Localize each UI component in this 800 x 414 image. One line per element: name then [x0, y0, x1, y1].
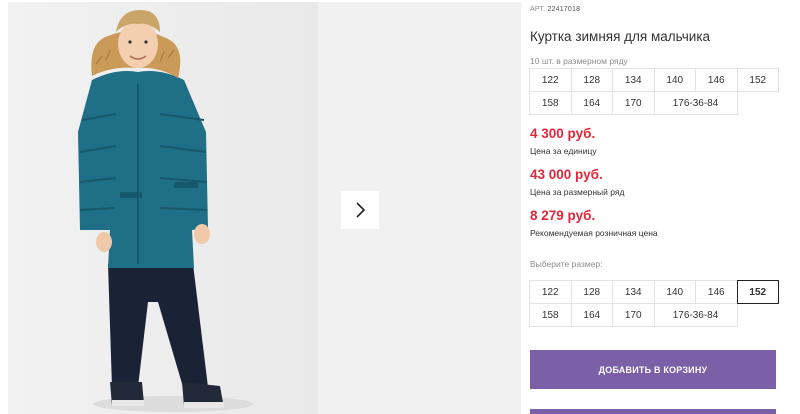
- row-price: 43 000 руб.: [530, 167, 603, 182]
- sku: АРТ. 22417018: [530, 6, 580, 13]
- secondary-button[interactable]: [530, 409, 776, 414]
- size-option[interactable]: 128: [570, 280, 613, 304]
- unit-price-label: Цена за единицу: [530, 146, 597, 156]
- size-option[interactable]: 146: [695, 280, 738, 304]
- gallery-next-button[interactable]: [341, 191, 379, 229]
- size-option[interactable]: 140: [653, 280, 696, 304]
- size-row-cell: 152: [736, 68, 779, 92]
- size-row-cell: 140: [653, 68, 696, 92]
- size-option[interactable]: 158: [529, 303, 572, 327]
- retail-price: 8 279 руб.: [530, 208, 596, 223]
- product-title: Куртка зимняя для мальчика: [530, 29, 711, 44]
- size-row-cell: 170: [612, 91, 655, 115]
- size-picker: 122 128 134 140 146 152 158 164 170 176-…: [529, 280, 793, 327]
- sku-value: 22417018: [547, 6, 581, 13]
- retail-price-label: Рекомендуемая розничная цена: [530, 228, 658, 238]
- size-row-grid: 122 128 134 140 146 152 158 164 170 176-…: [529, 68, 793, 115]
- size-option-selected[interactable]: 152: [736, 280, 779, 304]
- size-row-cell: 158: [529, 91, 572, 115]
- product-photo[interactable]: [8, 2, 318, 414]
- size-row-cell: 134: [612, 68, 655, 92]
- boy-in-winter-jacket-image: [78, 10, 253, 412]
- size-row-cell: 122: [529, 68, 572, 92]
- size-row-caption: 10 шт. в размерном ряду: [530, 56, 628, 66]
- size-row-cell: 128: [570, 68, 613, 92]
- size-row-cell: 176-36-84: [653, 91, 738, 115]
- add-to-cart-button[interactable]: ДОБАВИТЬ В КОРЗИНУ: [530, 350, 776, 389]
- sku-label: АРТ.: [530, 6, 546, 13]
- size-option[interactable]: 122: [529, 280, 572, 304]
- size-row-cell: 146: [695, 68, 738, 92]
- size-row-cell: 164: [570, 91, 613, 115]
- product-gallery: [8, 2, 521, 414]
- unit-price: 4 300 руб.: [530, 126, 596, 141]
- size-option[interactable]: 176-36-84: [653, 303, 738, 327]
- chevron-right-icon: [356, 202, 366, 218]
- row-price-label: Цена за размерный ряд: [530, 187, 625, 197]
- size-picker-caption: Выберите размер:: [530, 259, 603, 269]
- size-option[interactable]: 164: [570, 303, 613, 327]
- size-option[interactable]: 134: [612, 280, 655, 304]
- size-option[interactable]: 170: [612, 303, 655, 327]
